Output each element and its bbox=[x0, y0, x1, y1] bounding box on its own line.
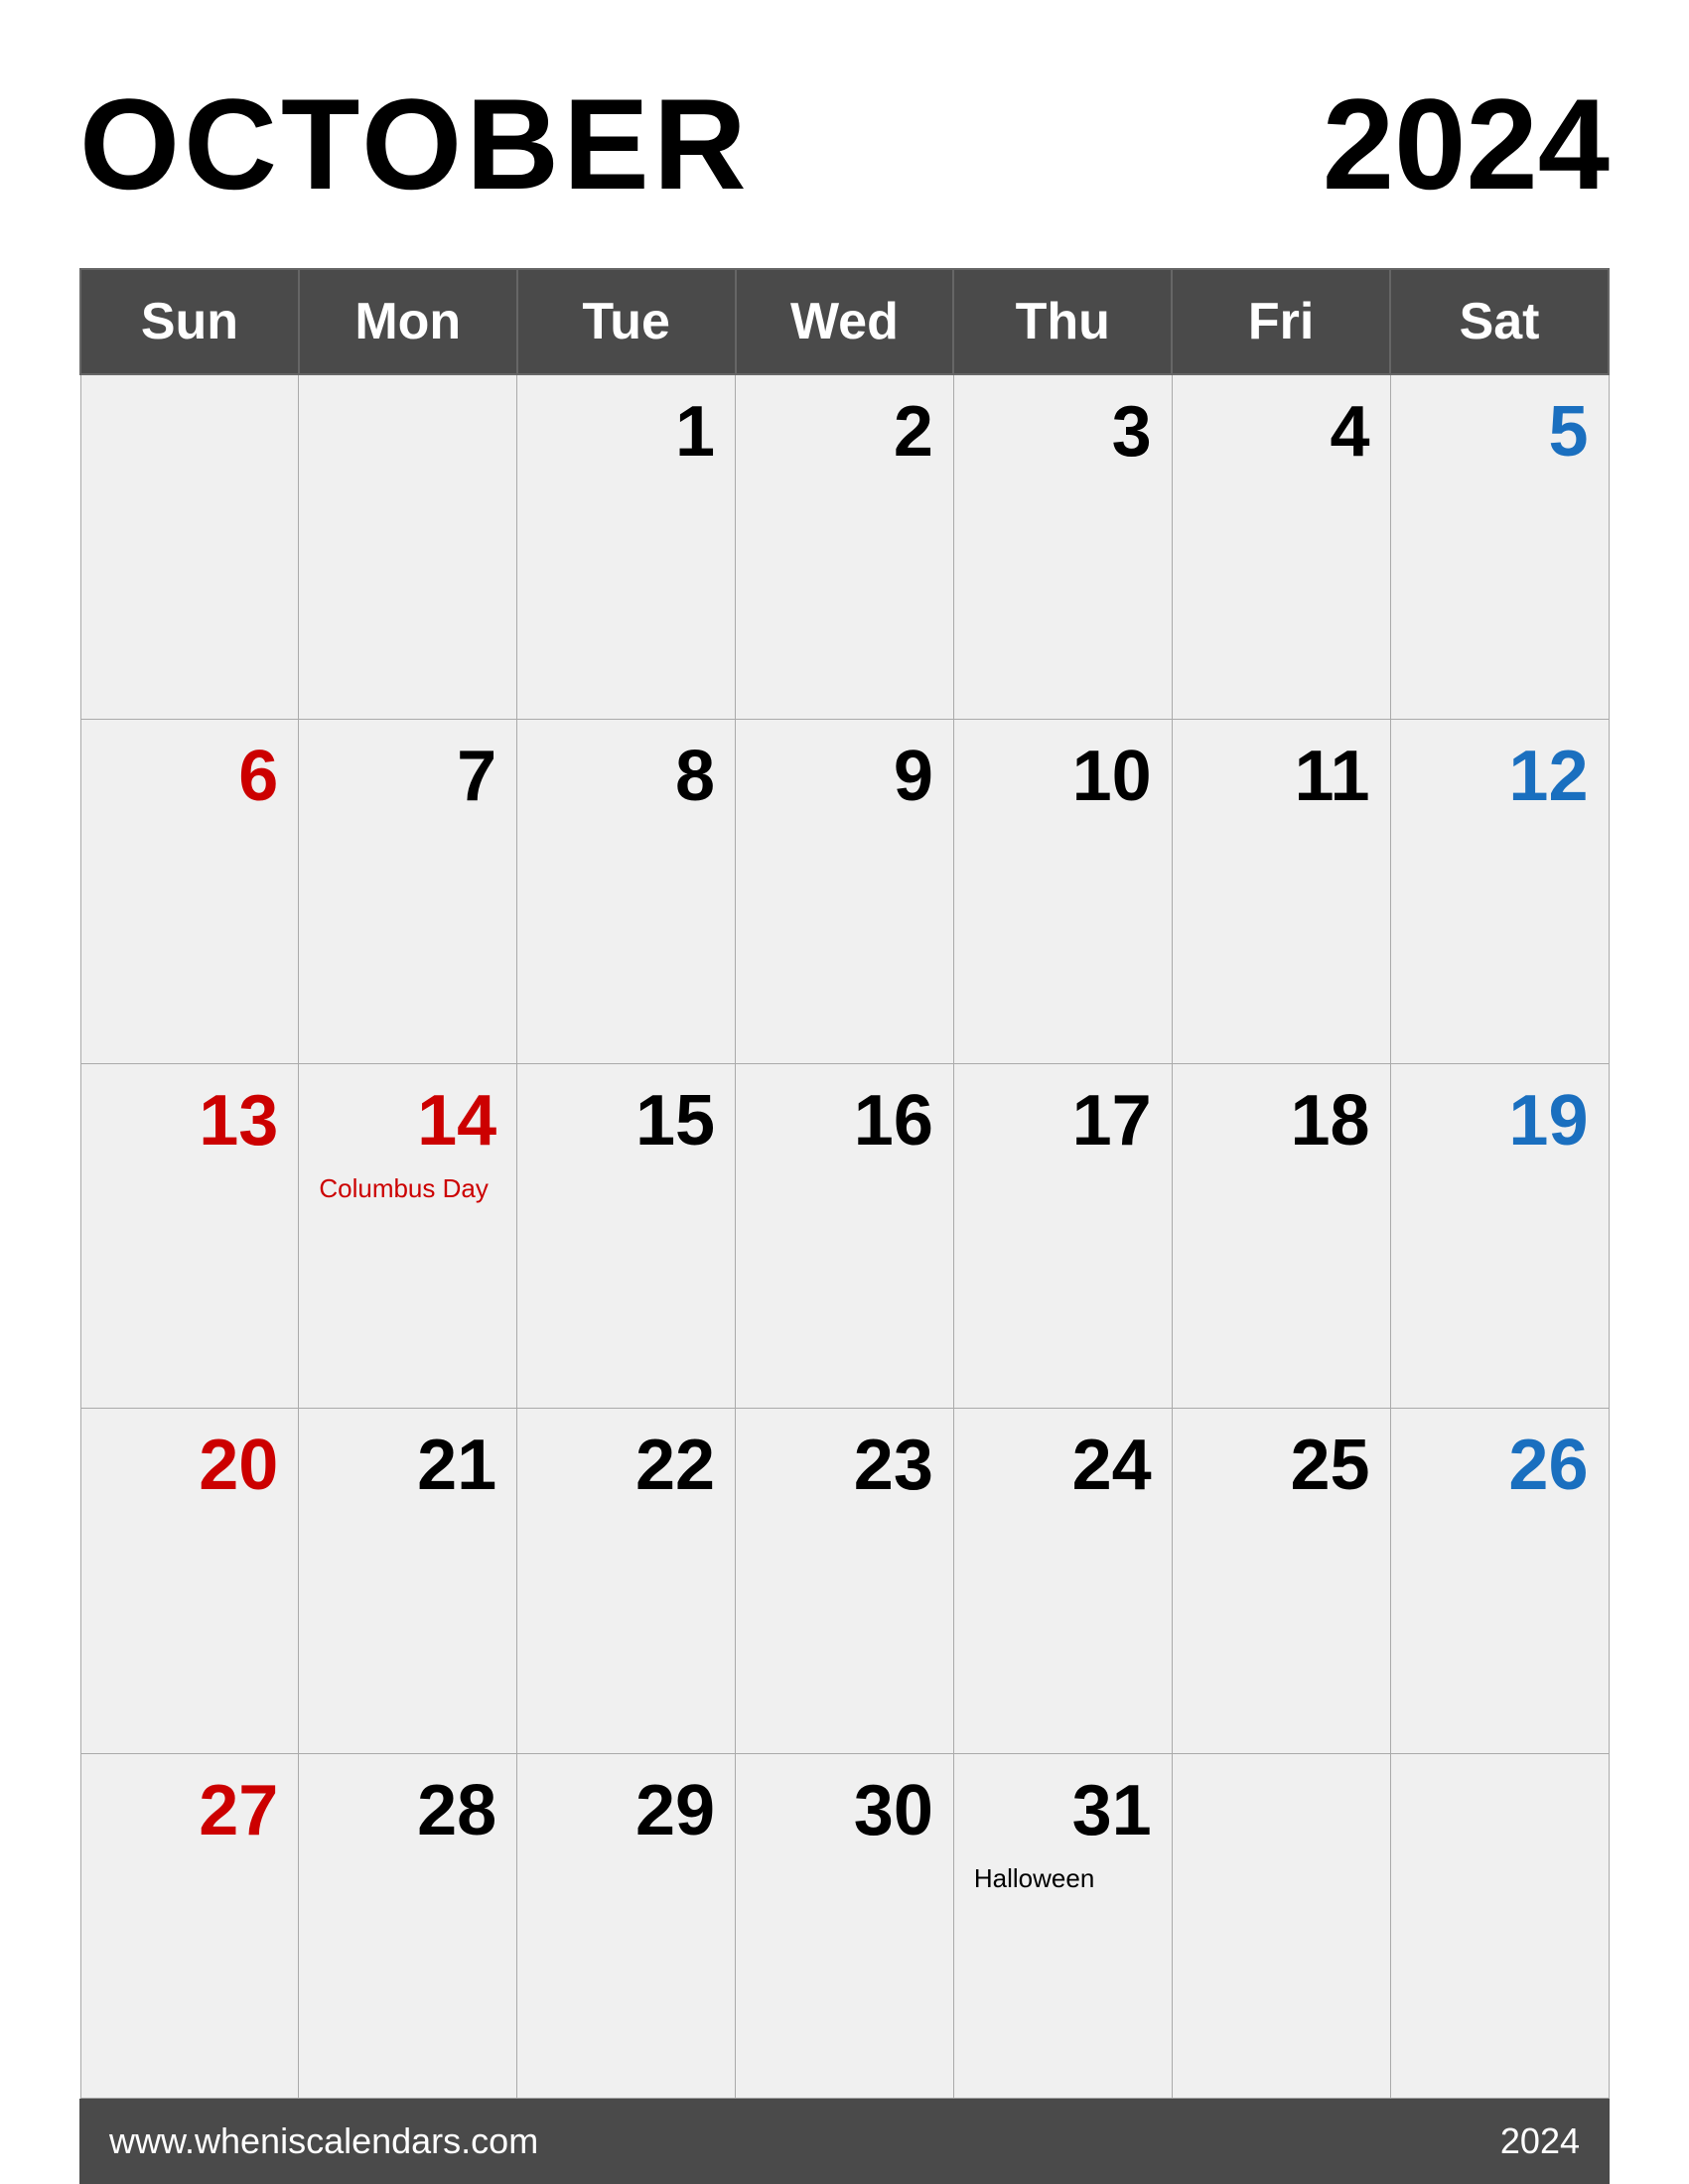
month-title: OCTOBER bbox=[79, 79, 751, 208]
day-number: 20 bbox=[101, 1425, 279, 1506]
calendar-cell: 4 bbox=[1172, 374, 1390, 719]
calendar-cell: 27 bbox=[80, 1753, 299, 2098]
calendar-cell: 30 bbox=[736, 1753, 954, 2098]
calendar-cell: 11 bbox=[1172, 719, 1390, 1063]
year-title: 2024 bbox=[1323, 79, 1610, 208]
calendar-cell: 1 bbox=[517, 374, 736, 719]
calendar-cell bbox=[1390, 1753, 1609, 2098]
calendar-cell: 25 bbox=[1172, 1409, 1390, 1753]
calendar-cell: 17 bbox=[953, 1064, 1172, 1409]
day-number: 21 bbox=[319, 1425, 496, 1506]
calendar-body: 1234567891011121314Columbus Day151617181… bbox=[80, 374, 1609, 2099]
day-number: 28 bbox=[319, 1770, 496, 1851]
calendar-cell: 28 bbox=[299, 1753, 517, 2098]
calendar-cell: 10 bbox=[953, 719, 1172, 1063]
calendar-table: Sun Mon Tue Wed Thu Fri Sat 123456789101… bbox=[79, 268, 1610, 2099]
day-header-mon: Mon bbox=[299, 269, 517, 374]
day-number: 29 bbox=[537, 1770, 715, 1851]
calendar-cell: 5 bbox=[1390, 374, 1609, 719]
calendar-section: Sun Mon Tue Wed Thu Fri Sat 123456789101… bbox=[79, 268, 1610, 2099]
calendar-cell: 13 bbox=[80, 1064, 299, 1409]
day-header-tue: Tue bbox=[517, 269, 736, 374]
calendar-cell bbox=[299, 374, 517, 719]
calendar-cell: 3 bbox=[953, 374, 1172, 719]
day-number: 11 bbox=[1193, 736, 1370, 817]
calendar-cell: 8 bbox=[517, 719, 736, 1063]
day-header-thu: Thu bbox=[953, 269, 1172, 374]
day-number: 5 bbox=[1411, 391, 1589, 473]
day-number: 16 bbox=[756, 1080, 933, 1161]
day-number: 22 bbox=[537, 1425, 715, 1506]
calendar-cell: 24 bbox=[953, 1409, 1172, 1753]
day-number: 3 bbox=[974, 391, 1152, 473]
calendar-cell: 23 bbox=[736, 1409, 954, 1753]
day-number: 23 bbox=[756, 1425, 933, 1506]
calendar-cell: 9 bbox=[736, 719, 954, 1063]
day-number: 4 bbox=[1193, 391, 1370, 473]
day-number: 6 bbox=[101, 736, 279, 817]
calendar-cell bbox=[80, 374, 299, 719]
page-container: OCTOBER 2024 Sun Mon Tue Wed Thu Fri Sat… bbox=[0, 0, 1689, 2184]
calendar-cell: 20 bbox=[80, 1409, 299, 1753]
calendar-header: OCTOBER 2024 bbox=[79, 79, 1610, 208]
calendar-cell bbox=[1172, 1753, 1390, 2098]
calendar-cell: 26 bbox=[1390, 1409, 1609, 1753]
day-number: 25 bbox=[1193, 1425, 1370, 1506]
day-number: 18 bbox=[1193, 1080, 1370, 1161]
calendar-cell: 19 bbox=[1390, 1064, 1609, 1409]
calendar-cell: 16 bbox=[736, 1064, 954, 1409]
day-number: 12 bbox=[1411, 736, 1589, 817]
calendar-cell: 6 bbox=[80, 719, 299, 1063]
calendar-cell: 22 bbox=[517, 1409, 736, 1753]
day-number: 31 bbox=[974, 1770, 1152, 1851]
day-number: 10 bbox=[974, 736, 1152, 817]
calendar-cell: 12 bbox=[1390, 719, 1609, 1063]
event-label-black: Halloween bbox=[974, 1863, 1152, 1894]
calendar-cell: 2 bbox=[736, 374, 954, 719]
day-number: 8 bbox=[537, 736, 715, 817]
day-number: 15 bbox=[537, 1080, 715, 1161]
day-header-sat: Sat bbox=[1390, 269, 1609, 374]
day-number: 9 bbox=[756, 736, 933, 817]
footer-url: www.wheniscalendars.com bbox=[109, 2120, 538, 2162]
calendar-cell: 14 Columbus Day bbox=[299, 1064, 517, 1409]
day-header-sun: Sun bbox=[80, 269, 299, 374]
calendar-header-row: Sun Mon Tue Wed Thu Fri Sat bbox=[80, 269, 1609, 374]
event-label: Columbus Day bbox=[319, 1173, 496, 1204]
day-number: 14 bbox=[319, 1080, 496, 1161]
day-number: 1 bbox=[537, 391, 715, 473]
day-number: 24 bbox=[974, 1425, 1152, 1506]
calendar-cell: 31 Halloween bbox=[953, 1753, 1172, 2098]
day-number: 19 bbox=[1411, 1080, 1589, 1161]
calendar-cell: 7 bbox=[299, 719, 517, 1063]
day-number: 26 bbox=[1411, 1425, 1589, 1506]
calendar-cell: 18 bbox=[1172, 1064, 1390, 1409]
day-number: 17 bbox=[974, 1080, 1152, 1161]
day-number: 30 bbox=[756, 1770, 933, 1851]
calendar-cell: 15 bbox=[517, 1064, 736, 1409]
day-number: 2 bbox=[756, 391, 933, 473]
calendar-cell: 21 bbox=[299, 1409, 517, 1753]
day-number: 27 bbox=[101, 1770, 279, 1851]
day-header-fri: Fri bbox=[1172, 269, 1390, 374]
day-number: 7 bbox=[319, 736, 496, 817]
calendar-cell: 29 bbox=[517, 1753, 736, 2098]
day-number: 13 bbox=[101, 1080, 279, 1161]
calendar-footer: www.wheniscalendars.com 2024 bbox=[79, 2099, 1610, 2184]
day-header-wed: Wed bbox=[736, 269, 954, 374]
footer-year: 2024 bbox=[1500, 2120, 1580, 2162]
